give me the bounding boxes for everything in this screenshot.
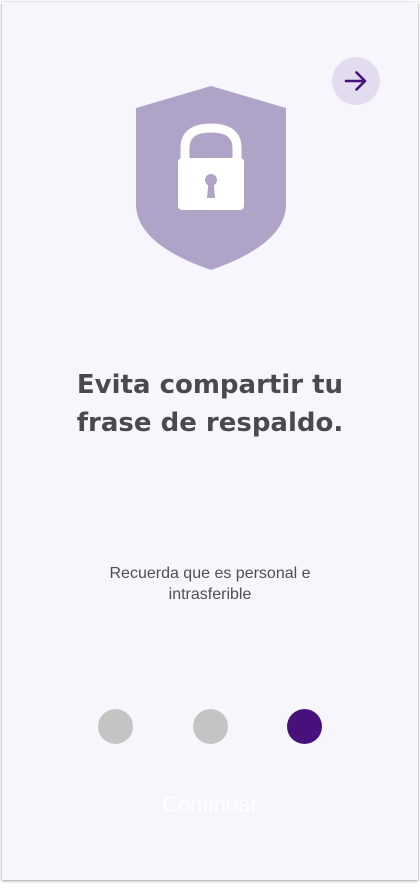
page-title: Evita compartir tu frase de respaldo.	[2, 366, 418, 442]
continue-button[interactable]: Continuar	[2, 788, 418, 822]
page-dot-3	[287, 709, 322, 744]
page-dot-1	[98, 709, 133, 744]
next-button[interactable]	[332, 57, 380, 105]
shield-lock-icon	[136, 86, 286, 270]
page-dot-2	[193, 709, 228, 744]
arrow-right-icon	[344, 71, 367, 91]
page-indicator	[2, 709, 418, 745]
subtitle: Recuerda que es personal e intrasferible	[2, 563, 418, 605]
title-line-2: frase de respaldo.	[76, 408, 344, 438]
title-line-1: Evita compartir tu	[76, 370, 344, 400]
subtitle-line-1: Recuerda que es personal e	[109, 565, 311, 582]
subtitle-line-2: intrasferible	[168, 586, 252, 603]
onboarding-screen: Evita compartir tu frase de respaldo. Re…	[2, 2, 418, 880]
